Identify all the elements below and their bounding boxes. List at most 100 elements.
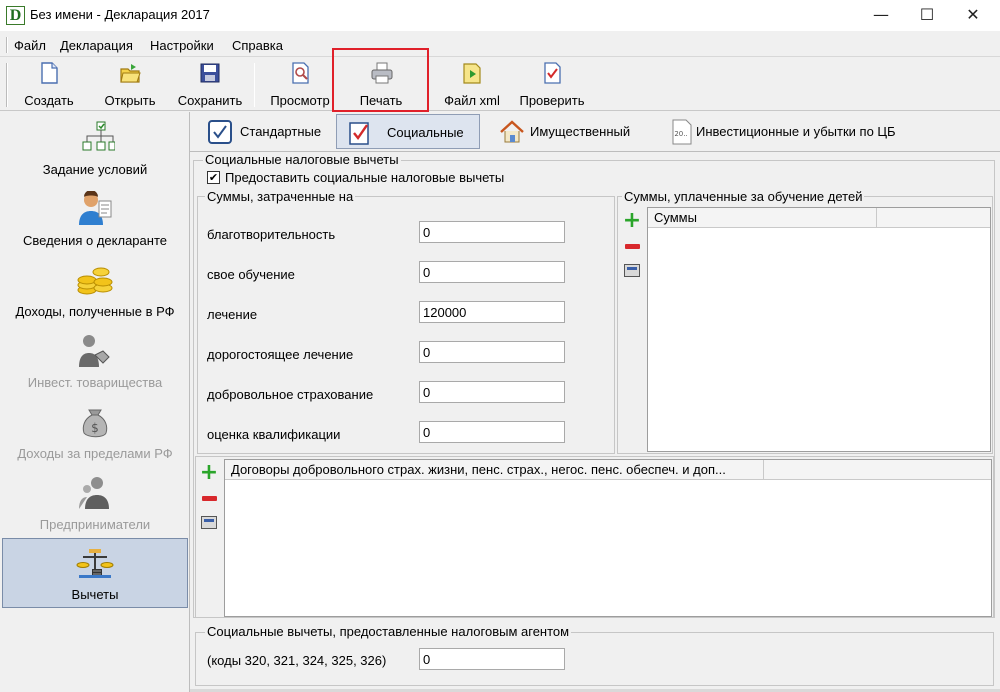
tab-investment[interactable]: 20.. Инвестиционные и убытки по ЦБ [660, 114, 920, 149]
tab-standard[interactable]: Стандартные [198, 114, 338, 149]
left-navigation: Задание условий Сведения о декларанте До… [0, 112, 190, 692]
field-label-charity: благотворительность [207, 227, 336, 242]
menu-grip [6, 37, 8, 53]
maximize-button[interactable]: ☐ [904, 0, 950, 31]
contracts-list[interactable]: Договоры добровольного страх. жизни, пен… [224, 459, 992, 617]
create-button[interactable]: Создать [18, 61, 80, 109]
children-sums-header: Суммы [648, 208, 990, 228]
nav-item-declarant[interactable]: Сведения о декларанте [2, 185, 188, 255]
children-education-title: Суммы, уплаченные за обучение детей [622, 189, 865, 204]
field-label-qualification: оценка квалификации [207, 427, 341, 442]
open-label: Открыть [104, 93, 156, 108]
menu-declaration[interactable]: Декларация [60, 38, 133, 53]
edit-contract-button[interactable] [199, 513, 219, 533]
tab-social-label: Социальные [387, 125, 464, 140]
create-label: Создать [24, 93, 74, 108]
floppy-disk-icon [199, 61, 221, 85]
xml-file-button[interactable]: Файл xml [440, 61, 504, 109]
charity-input[interactable] [419, 221, 565, 243]
qualification-input[interactable] [419, 421, 565, 443]
tree-icon [75, 120, 116, 156]
print-highlight-box [332, 48, 429, 112]
add-contract-button[interactable]: + [199, 462, 219, 484]
tab-investment-label: Инвестиционные и убытки по ЦБ [696, 124, 896, 139]
check-document-icon [541, 61, 563, 85]
xml-file-label: Файл xml [444, 93, 500, 108]
properties-icon [201, 516, 217, 529]
preview-button[interactable]: Просмотр [266, 61, 334, 109]
open-button[interactable]: Открыть [98, 61, 162, 109]
field-label-treatment: лечение [207, 307, 258, 322]
tab-property[interactable]: Имущественный [490, 114, 650, 149]
toolbar-separator [254, 63, 255, 107]
nav-label: Вычеты [71, 587, 119, 602]
svg-text:$: $ [91, 421, 99, 435]
agent-deduction-input[interactable] [419, 648, 565, 670]
businessman-icon [75, 475, 115, 511]
deduction-tabs: Стандартные Социальные Имущественный 20.… [190, 112, 1000, 152]
column-sums[interactable]: Суммы [654, 210, 697, 225]
column-divider [763, 460, 764, 480]
agent-codes-label: (коды 320, 321, 324, 325, 326) [207, 653, 387, 668]
scales-icon [75, 545, 115, 581]
xml-file-icon [461, 61, 483, 85]
column-divider [876, 208, 877, 228]
nav-label: Предприниматели [39, 517, 151, 532]
app-icon: D [6, 6, 25, 25]
edit-children-sum-button[interactable] [622, 261, 642, 281]
nav-item-conditions[interactable]: Задание условий [2, 114, 188, 184]
checklist-icon [345, 119, 373, 147]
window-title: Без имени - Декларация 2017 [30, 7, 210, 22]
minimize-button[interactable]: — [858, 0, 904, 31]
nav-label: Задание условий [42, 162, 148, 177]
nav-label: Доходы, полученные в РФ [15, 304, 175, 319]
nav-label: Инвест. товарищества [27, 375, 163, 390]
house-icon [498, 118, 526, 146]
title-bar: D Без имени - Декларация 2017 — ☐ ✕ [0, 0, 1000, 31]
contracts-header: Договоры добровольного страх. жизни, пен… [225, 460, 991, 480]
handshake-icon [75, 333, 115, 369]
check-button[interactable]: Проверить [514, 61, 590, 109]
tab-standard-label: Стандартные [240, 124, 322, 139]
coins-icon [75, 262, 115, 298]
field-label-expensive-treatment: дорогостоящее лечение [207, 347, 354, 362]
money-bag-icon: $ [75, 404, 115, 440]
provide-deductions-checkbox[interactable]: ✔ [207, 171, 220, 184]
field-label-own-education: свое обучение [207, 267, 295, 282]
column-contracts[interactable]: Договоры добровольного страх. жизни, пен… [231, 462, 726, 477]
own-education-input[interactable] [419, 261, 565, 283]
save-label: Сохранить [177, 93, 243, 108]
remove-contract-button[interactable] [199, 488, 219, 508]
menu-file[interactable]: Файл [14, 38, 46, 53]
remove-children-sum-button[interactable] [622, 236, 642, 256]
voluntary-insurance-input[interactable] [419, 381, 565, 403]
tablet-check-icon [206, 118, 234, 146]
person-icon [75, 190, 115, 227]
menu-settings[interactable]: Настройки [150, 38, 214, 53]
save-button[interactable]: Сохранить [174, 61, 246, 109]
minus-icon [625, 244, 640, 249]
expensive-treatment-input[interactable] [419, 341, 565, 363]
social-deductions-title: Социальные налоговые вычеты [203, 152, 401, 167]
tab-social[interactable]: Социальные [336, 114, 480, 149]
tab-property-label: Имущественный [530, 124, 631, 139]
calendar-document-icon: 20.. [668, 118, 696, 146]
toolbar-grip [6, 63, 8, 107]
open-folder-icon [119, 61, 141, 85]
toolbar: Создать Открыть Сохранить Просмотр Печат… [0, 57, 1000, 111]
children-sums-list[interactable]: Суммы [647, 207, 991, 452]
nav-item-deductions[interactable]: Вычеты [2, 538, 188, 608]
nav-label: Сведения о декларанте [23, 233, 167, 248]
close-button[interactable]: ✕ [950, 0, 996, 31]
provide-deductions-label: Предоставить социальные налоговые вычеты [225, 170, 505, 185]
nav-item-invest-partnership[interactable]: Инвест. товарищества [2, 327, 188, 397]
agent-deductions-title: Социальные вычеты, предоставленные налог… [205, 624, 572, 639]
check-label: Проверить [519, 93, 585, 108]
nav-item-entrepreneurs[interactable]: Предприниматели [2, 469, 188, 539]
add-children-sum-button[interactable]: + [622, 210, 642, 232]
treatment-input[interactable] [419, 301, 565, 323]
nav-item-income-abroad[interactable]: $ Доходы за пределами РФ [2, 398, 188, 468]
menu-help[interactable]: Справка [232, 38, 283, 53]
nav-item-income-rf[interactable]: Доходы, полученные в РФ [2, 256, 188, 326]
menu-bar: Файл Декларация Настройки Справка [0, 33, 1000, 57]
